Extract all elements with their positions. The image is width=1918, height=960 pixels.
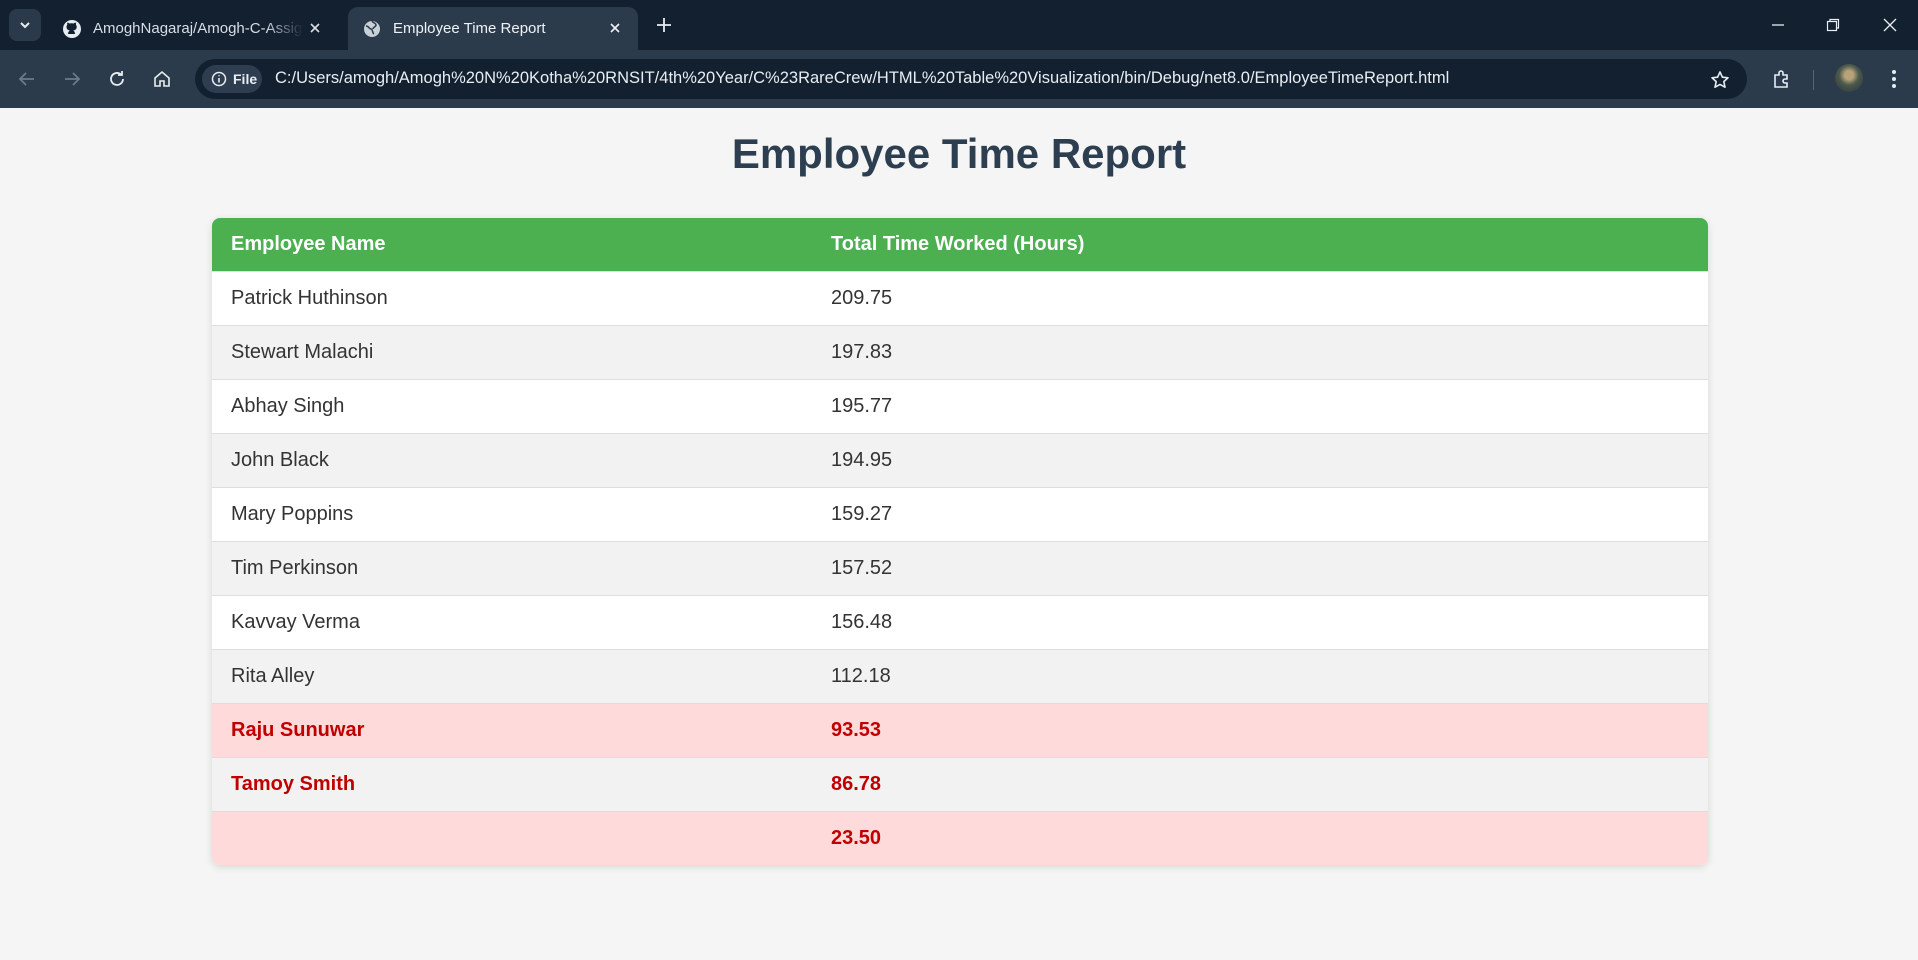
table-body: Patrick Huthinson 209.75 Stewart Malachi 19… xyxy=(212,271,1708,865)
employee-name-cell: John Black xyxy=(212,433,812,488)
tab-employee-report[interactable]: Employee Time Report xyxy=(348,7,638,50)
table-row: Tim Perkinson 157.52 xyxy=(212,541,1708,596)
plus-icon xyxy=(657,18,671,32)
total-hours-cell: 86.78 xyxy=(812,757,1708,812)
browser-menu-button[interactable] xyxy=(1880,65,1908,93)
employee-name-cell: Stewart Malachi xyxy=(212,325,812,380)
reload-icon xyxy=(110,71,124,86)
more-vertical-icon xyxy=(1892,70,1896,88)
profile-avatar[interactable] xyxy=(1835,64,1863,92)
tab-search-button[interactable] xyxy=(9,9,41,41)
employee-name-cell: Kavvay Verma xyxy=(212,595,812,650)
column-header-employee-name: Employee Name xyxy=(212,218,812,272)
employee-name-cell: Raju Sunuwar xyxy=(212,703,812,758)
back-button[interactable] xyxy=(13,65,41,93)
restore-icon xyxy=(1826,18,1840,32)
table-row: John Black 194.95 xyxy=(212,433,1708,488)
toolbar-divider xyxy=(1813,70,1814,90)
tab-title: AmoghNagaraj/Amogh-C-Assignment xyxy=(93,20,303,37)
minimize-icon xyxy=(1772,24,1784,26)
employee-name-cell: Mary Poppins xyxy=(212,487,812,542)
forward-button[interactable] xyxy=(58,65,86,93)
site-info-chip[interactable]: File xyxy=(202,65,262,93)
close-icon xyxy=(1883,18,1897,32)
table-row: Kavvay Verma 156.48 xyxy=(212,595,1708,650)
site-chip-label: File xyxy=(233,71,258,87)
employee-name-cell: Abhay Singh xyxy=(212,379,812,434)
employee-name-cell: Patrick Huthinson xyxy=(212,271,812,326)
tab-github[interactable]: AmoghNagaraj/Amogh-C-Assignment xyxy=(48,7,338,50)
total-hours-cell: 157.52 xyxy=(812,541,1708,596)
total-hours-cell: 159.27 xyxy=(812,487,1708,542)
table-row: Patrick Huthinson 209.75 xyxy=(212,271,1708,326)
employee-name-cell: Rita Alley xyxy=(212,649,812,704)
employee-name-cell: Tamoy Smith xyxy=(212,757,812,812)
table-header-row: Employee Name Total Time Worked (Hours) xyxy=(212,218,1708,272)
employee-name-cell: Tim Perkinson xyxy=(212,541,812,596)
home-button[interactable] xyxy=(148,65,176,93)
home-icon xyxy=(154,70,170,87)
total-hours-cell: 93.53 xyxy=(812,703,1708,758)
minimize-button[interactable] xyxy=(1763,10,1793,40)
table-row: Stewart Malachi 197.83 xyxy=(212,325,1708,380)
total-hours-cell: 195.77 xyxy=(812,379,1708,434)
total-hours-cell: 23.50 xyxy=(812,811,1708,865)
info-icon xyxy=(211,71,227,87)
arrow-left-icon xyxy=(18,72,34,86)
puzzle-icon xyxy=(1774,70,1788,88)
table-row: Raju Sunuwar 93.53 xyxy=(212,703,1708,758)
bookmark-star-icon[interactable] xyxy=(1709,69,1731,91)
table-row: 23.50 xyxy=(212,811,1708,865)
total-hours-cell: 209.75 xyxy=(812,271,1708,326)
employee-name-cell xyxy=(212,811,812,865)
total-hours-cell: 197.83 xyxy=(812,325,1708,380)
url-text[interactable]: C:/Users/amogh/Amogh%20N%20Kotha%20RNSIT… xyxy=(275,69,1449,88)
table-row: Rita Alley 112.18 xyxy=(212,649,1708,704)
reload-button[interactable] xyxy=(103,65,131,93)
restore-button[interactable] xyxy=(1818,10,1848,40)
table-row: Tamoy Smith 86.78 xyxy=(212,757,1708,812)
table-row: Mary Poppins 159.27 xyxy=(212,487,1708,542)
chevron-down-icon xyxy=(20,22,30,29)
tab-title: Employee Time Report xyxy=(393,20,546,37)
globe-icon xyxy=(362,19,382,39)
address-bar[interactable]: File C:/Users/amogh/Amogh%20N%20Kotha%20… xyxy=(195,59,1747,99)
browser-tab-strip: AmoghNagaraj/Amogh-C-Assignment Employee… xyxy=(0,0,1918,50)
table-row: Abhay Singh 195.77 xyxy=(212,379,1708,434)
column-header-total-time: Total Time Worked (Hours) xyxy=(812,218,1708,272)
new-tab-button[interactable] xyxy=(652,13,676,37)
github-icon xyxy=(62,19,82,39)
arrow-right-icon xyxy=(65,72,81,86)
total-hours-cell: 112.18 xyxy=(812,649,1708,704)
close-window-button[interactable] xyxy=(1875,10,1905,40)
total-hours-cell: 156.48 xyxy=(812,595,1708,650)
close-icon[interactable] xyxy=(606,19,624,37)
browser-toolbar: File C:/Users/amogh/Amogh%20N%20Kotha%20… xyxy=(0,50,1918,108)
close-icon[interactable] xyxy=(306,19,324,37)
total-hours-cell: 194.95 xyxy=(812,433,1708,488)
employee-time-table: Employee Name Total Time Worked (Hours) … xyxy=(212,218,1708,865)
page-title: Employee Time Report xyxy=(731,130,1187,177)
extensions-button[interactable] xyxy=(1768,65,1796,93)
